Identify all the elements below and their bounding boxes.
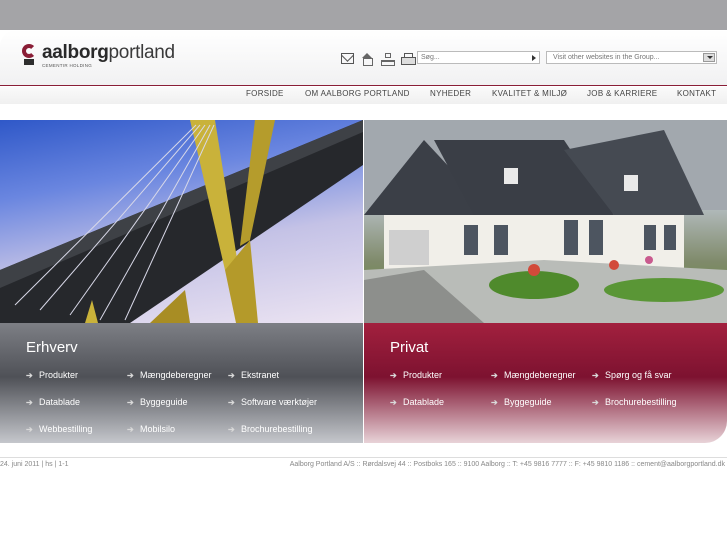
print-icon[interactable] (401, 53, 416, 65)
arrow-right-icon: ➔ (228, 371, 235, 380)
arrow-right-icon: ➔ (592, 398, 599, 407)
privat-link-produkter[interactable]: ➔ Produkter (390, 370, 442, 380)
nav-item-om-aalborg-portland[interactable]: OM AALBORG PORTLAND (305, 89, 410, 98)
privat-title[interactable]: Privat (390, 339, 428, 356)
search-go-icon[interactable] (532, 55, 536, 61)
erhverv-link-webbestilling[interactable]: ➔ Webbestilling (26, 424, 92, 434)
privat-menu: Privat ➔ Produkter ➔ Mængdeberegner ➔ Spørg… (364, 323, 727, 443)
privat-panel: Privat ➔ Produkter ➔ Mængdeberegner ➔ Spørg… (364, 120, 727, 443)
arrow-right-icon: ➔ (390, 398, 397, 407)
house-illustration (364, 120, 727, 323)
home-icon[interactable] (361, 53, 374, 66)
arrow-right-icon: ➔ (228, 398, 235, 407)
logo-mark-icon (22, 44, 38, 66)
privat-link-brochurebestilling[interactable]: ➔ Brochurebestilling (592, 397, 677, 407)
footer-date: 24. juni 2011 | hs | 1-1 (0, 461, 69, 468)
search-placeholder: Søg... (421, 54, 440, 61)
sitemap-icon[interactable] (381, 53, 395, 66)
logo-tagline: CEMENTIR HOLDING (42, 63, 93, 68)
group-select-value: Visit other websites in the Group... (553, 54, 660, 61)
search-input[interactable]: Søg... (417, 51, 540, 64)
arrow-right-icon: ➔ (127, 371, 134, 380)
mail-icon[interactable] (341, 53, 354, 64)
logo-wordmark: aalborgportland (42, 42, 175, 63)
erhverv-link-brochurebestilling[interactable]: ➔ Brochurebestilling (228, 424, 313, 434)
utility-icons (341, 53, 416, 66)
dropdown-arrow-icon[interactable] (703, 53, 715, 62)
house-photo[interactable] (364, 120, 727, 323)
erhverv-link-mobilsilo[interactable]: ➔ Mobilsilo (127, 424, 175, 434)
bridge-photo[interactable] (0, 120, 363, 323)
arrow-right-icon: ➔ (127, 425, 134, 434)
erhverv-panel: Erhverv ➔ Produkter ➔ Mængdeberegner ➔ Ekst… (0, 120, 363, 443)
privat-link-datablade[interactable]: ➔ Datablade (390, 397, 444, 407)
arrow-right-icon: ➔ (491, 371, 498, 380)
arrow-right-icon: ➔ (26, 425, 33, 434)
aalborg-portland-logo[interactable]: aalborgportland CEMENTIR HOLDING (22, 42, 175, 68)
footer-contact: Aalborg Portland A/S :: Rørdalsvej 44 ::… (289, 461, 725, 468)
erhverv-menu: Erhverv ➔ Produkter ➔ Mængdeberegner ➔ Ekst… (0, 323, 363, 443)
nav-item-nyheder[interactable]: NYHEDER (430, 89, 471, 98)
arrow-right-icon: ➔ (390, 371, 397, 380)
footer-divider (0, 457, 727, 458)
site-header: aalborgportland CEMENTIR HOLDING Søg... … (0, 30, 727, 86)
erhverv-link-ekstranet[interactable]: ➔ Ekstranet (228, 370, 279, 380)
bridge-illustration (0, 120, 363, 323)
nav-item-forside[interactable]: FORSIDE (246, 89, 284, 98)
top-band (0, 0, 727, 30)
arrow-right-icon: ➔ (26, 371, 33, 380)
arrow-right-icon: ➔ (26, 398, 33, 407)
nav-item-job-karriere[interactable]: JOB & KARRIERE (587, 89, 657, 98)
arrow-right-icon: ➔ (491, 398, 498, 407)
arrow-right-icon: ➔ (228, 425, 235, 434)
main-nav: FORSIDE OM AALBORG PORTLAND NYHEDER KVAL… (0, 87, 727, 104)
arrow-right-icon: ➔ (592, 371, 599, 380)
erhverv-link-datablade[interactable]: ➔ Datablade (26, 397, 80, 407)
arrow-right-icon: ➔ (127, 398, 134, 407)
erhverv-link-maengdeberegner[interactable]: ➔ Mængdeberegner (127, 370, 212, 380)
erhverv-link-byggeguide[interactable]: ➔ Byggeguide (127, 397, 188, 407)
erhverv-title[interactable]: Erhverv (26, 339, 78, 356)
group-websites-select[interactable]: Visit other websites in the Group... (546, 51, 717, 64)
nav-item-kvalitet-miljo[interactable]: KVALITET & MILJØ (492, 89, 567, 98)
privat-link-maengdeberegner[interactable]: ➔ Mængdeberegner (491, 370, 576, 380)
privat-link-byggeguide[interactable]: ➔ Byggeguide (491, 397, 552, 407)
erhverv-link-produkter[interactable]: ➔ Produkter (26, 370, 78, 380)
erhverv-link-software-vaerktojer[interactable]: ➔ Software værktøjer (228, 397, 317, 407)
nav-item-kontakt[interactable]: KONTAKT (677, 89, 716, 98)
privat-link-sporg-og-fa-svar[interactable]: ➔ Spørg og få svar (592, 370, 672, 380)
